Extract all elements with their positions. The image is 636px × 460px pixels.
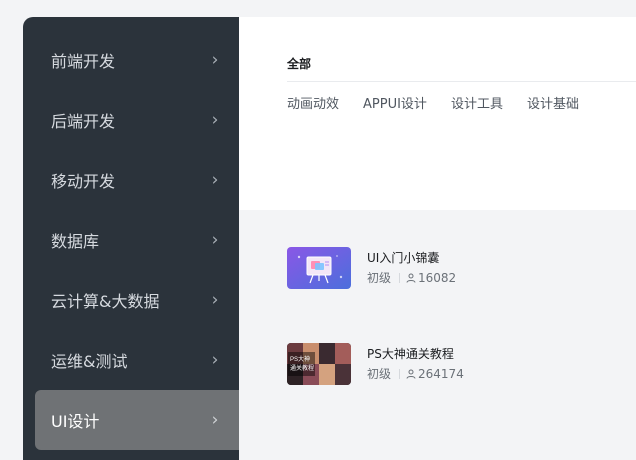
sidebar-item-label: 数据库 (51, 232, 100, 251)
chevron-right-icon: › (211, 110, 219, 130)
subcategory-panel: 全部 动画动效 APPUI设计 设计工具 设计基础 (239, 17, 636, 210)
thumb-text: 通关教程 (290, 364, 314, 372)
tag-design-basics[interactable]: 设计基础 (527, 93, 579, 112)
sidebar-item-label: 移动开发 (51, 172, 116, 191)
sidebar-item-frontend[interactable]: 前端开发 › (23, 30, 239, 90)
divider (287, 81, 636, 82)
course-card[interactable]: PS大神 通关教程 PS大神通关教程 初级 264174 (287, 343, 617, 387)
course-card[interactable]: UI入门小锦囊 初级 16082 (287, 247, 617, 291)
easel-icon (287, 247, 351, 289)
course-thumbnail[interactable] (287, 247, 351, 289)
course-meta: 初级 264174 (367, 365, 464, 382)
chevron-right-icon: › (211, 50, 219, 70)
chevron-right-icon: › (211, 170, 219, 190)
user-icon (406, 273, 416, 283)
course-level: 初级 (367, 271, 392, 285)
sidebar-item-label: 前端开发 (51, 52, 116, 71)
category-sidebar: 前端开发 › 后端开发 › 移动开发 › 数据库 › 云计算&大数据 › 运维&… (23, 17, 239, 460)
chevron-right-icon: › (211, 230, 219, 250)
filter-all[interactable]: 全部 (287, 55, 311, 72)
subcategory-tags: 动画动效 APPUI设计 设计工具 设计基础 (287, 93, 603, 112)
photo-collage-icon: PS大神 通关教程 (287, 343, 351, 385)
course-title[interactable]: PS大神通关教程 (367, 345, 454, 362)
chevron-right-icon: › (211, 350, 219, 370)
course-meta: 初级 16082 (367, 269, 456, 286)
chevron-right-icon: › (211, 290, 219, 310)
sidebar-item-label: 云计算&大数据 (51, 292, 160, 311)
sidebar-item-backend[interactable]: 后端开发 › (23, 90, 239, 150)
course-title[interactable]: UI入门小锦囊 (367, 249, 439, 266)
course-level: 初级 (367, 367, 392, 381)
sidebar-item-ui-design[interactable]: UI设计 › (35, 390, 239, 450)
thumb-text: PS大神 (290, 355, 310, 363)
sidebar-item-cloud-bigdata[interactable]: 云计算&大数据 › (23, 270, 239, 330)
sidebar-item-label: UI设计 (51, 412, 100, 431)
tag-app-ui-design[interactable]: APPUI设计 (363, 93, 427, 112)
chevron-right-icon: › (211, 410, 219, 430)
sidebar-item-database[interactable]: 数据库 › (23, 210, 239, 270)
tag-animation[interactable]: 动画动效 (287, 93, 339, 112)
sidebar-item-label: 运维&测试 (51, 352, 128, 371)
tag-design-tools[interactable]: 设计工具 (451, 93, 503, 112)
meta-divider (399, 272, 401, 283)
sidebar-item-mobile[interactable]: 移动开发 › (23, 150, 239, 210)
learner-count: 16082 (418, 270, 457, 285)
learner-count: 264174 (418, 366, 464, 381)
course-thumbnail[interactable]: PS大神 通关教程 (287, 343, 351, 385)
user-icon (406, 369, 416, 379)
sidebar-item-ops-testing[interactable]: 运维&测试 › (23, 330, 239, 390)
sidebar-item-label: 后端开发 (51, 112, 116, 131)
meta-divider (399, 368, 401, 379)
